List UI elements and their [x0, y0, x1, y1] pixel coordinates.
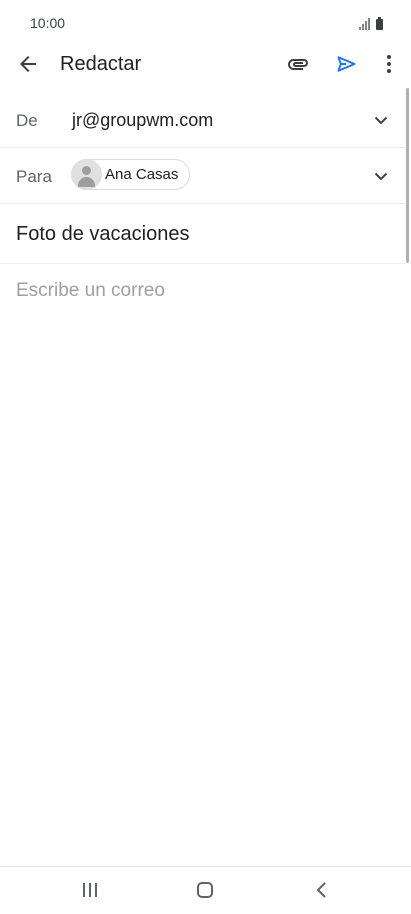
app-bar: Redactar — [0, 44, 411, 84]
person-icon — [71, 159, 102, 190]
nav-back-button[interactable] — [312, 880, 332, 900]
more-vert-icon — [387, 55, 391, 73]
arrow-left-icon — [20, 56, 36, 72]
to-label: Para — [16, 167, 52, 186]
paperclip-icon — [288, 59, 308, 70]
from-account[interactable]: jr@groupwm.com — [72, 110, 213, 131]
more-options-button[interactable] — [377, 52, 401, 76]
status-bar: 10:00 — [0, 0, 411, 44]
send-icon — [337, 56, 356, 72]
scrollbar[interactable] — [406, 88, 409, 263]
recents-icon — [83, 883, 97, 897]
battery-icon — [376, 17, 383, 30]
status-icons — [359, 14, 383, 30]
system-nav-bar — [0, 866, 411, 914]
send-button[interactable] — [334, 52, 358, 76]
status-time: 10:00 — [30, 15, 66, 31]
page-title: Redactar — [60, 53, 142, 75]
nav-home-button[interactable] — [195, 880, 215, 900]
attach-button[interactable] — [286, 52, 310, 76]
body-input[interactable] — [16, 280, 396, 840]
chevron-down-icon — [374, 116, 388, 125]
to-row[interactable]: Para Ana Casas — [0, 148, 405, 204]
from-expand-button[interactable] — [371, 110, 391, 130]
signal-icon — [359, 18, 371, 30]
back-button[interactable] — [16, 52, 40, 76]
nav-back-icon — [316, 882, 326, 898]
recipient-chip[interactable]: Ana Casas — [71, 159, 191, 190]
chevron-down-icon — [374, 172, 388, 181]
home-icon — [197, 882, 213, 898]
subject-row[interactable]: Foto de vacaciones — [0, 204, 405, 264]
nav-recents-button[interactable] — [80, 880, 100, 900]
recipient-name: Ana Casas — [105, 166, 179, 183]
from-row: De jr@groupwm.com — [0, 92, 405, 148]
to-expand-button[interactable] — [371, 166, 391, 186]
subject-field[interactable]: Foto de vacaciones — [16, 223, 189, 246]
from-label: De — [16, 111, 38, 130]
